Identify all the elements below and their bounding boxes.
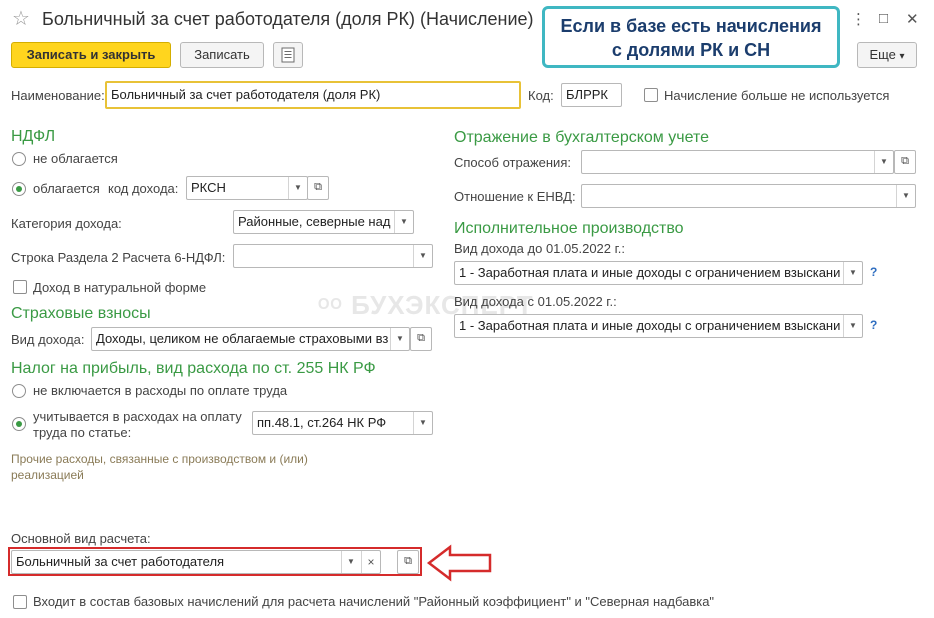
envd-label: Отношение к ЕНВД: bbox=[454, 189, 576, 204]
dropdown-arrow-icon[interactable]: ▼ bbox=[874, 151, 893, 173]
insurance-income-type-label: Вид дохода: bbox=[11, 332, 85, 347]
ndfl-not-taxed-radio[interactable] bbox=[12, 152, 26, 166]
income-category-label: Категория дохода: bbox=[11, 216, 122, 231]
report-structure-button[interactable] bbox=[273, 42, 303, 68]
open-link-icon[interactable]: ⧉ bbox=[410, 327, 432, 351]
enforcement-after-select[interactable]: 1 - Заработная плата и иные доходы с огр… bbox=[454, 314, 863, 338]
accounting-section-title: Отражение в бухгалтерском учете bbox=[454, 129, 709, 146]
save-button[interactable]: Записать bbox=[180, 42, 264, 68]
insurance-section-title: Страховые взносы bbox=[11, 305, 151, 322]
base-accruals-checkbox[interactable] bbox=[13, 595, 27, 609]
other-expenses-line-2: реализацией bbox=[11, 468, 84, 482]
enforcement-before-label: Вид дохода до 01.05.2022 г.: bbox=[454, 241, 626, 256]
profit-tax-not-included-radio[interactable] bbox=[12, 384, 26, 398]
dropdown-arrow-icon[interactable]: ▼ bbox=[413, 245, 432, 267]
favorite-star-icon[interactable]: ☆ bbox=[12, 6, 30, 31]
dropdown-arrow-icon[interactable]: ▼ bbox=[843, 315, 862, 337]
save-and-close-button[interactable]: Записать и закрыть bbox=[11, 42, 171, 68]
enforcement-before-select[interactable]: 1 - Заработная плата и иные доходы с огр… bbox=[454, 261, 863, 285]
name-field-value: Больничный за счет работодателя (доля РК… bbox=[111, 87, 381, 102]
annotation-arrow-icon bbox=[426, 544, 492, 582]
open-link-icon[interactable]: ⧉ bbox=[894, 150, 916, 174]
income-category-value: Районные, северные над bbox=[238, 214, 391, 229]
dropdown-arrow-icon[interactable]: ▼ bbox=[341, 551, 360, 573]
insurance-income-type-value: Доходы, целиком не облагаемые страховыми… bbox=[96, 331, 389, 346]
enforcement-before-value: 1 - Заработная плата и иные доходы с огр… bbox=[459, 265, 841, 280]
code-field[interactable]: БЛРРК bbox=[561, 83, 622, 107]
expense-article-value: пп.48.1, ст.264 НК РФ bbox=[257, 415, 387, 430]
clear-icon[interactable]: × bbox=[361, 551, 380, 573]
main-calc-select[interactable]: Больничный за счет работодателя ▼ × bbox=[11, 550, 381, 574]
dropdown-arrow-icon[interactable]: ▼ bbox=[288, 177, 307, 199]
profit-tax-included-radio[interactable] bbox=[12, 417, 26, 431]
income-code-value: РКСН bbox=[191, 180, 226, 195]
natural-income-label: Доход в натуральной форме bbox=[33, 280, 207, 295]
ndfl-taxed-label: облагается bbox=[33, 181, 100, 196]
dropdown-arrow-icon[interactable]: ▼ bbox=[390, 328, 409, 350]
profit-tax-section-title: Налог на прибыль, вид расхода по ст. 255… bbox=[11, 360, 376, 377]
base-accruals-label: Входит в состав базовых начислений для р… bbox=[33, 594, 715, 609]
close-icon[interactable]: ✕ bbox=[906, 10, 919, 28]
callout-annotation: Если в базе есть начисления с долями РК … bbox=[542, 6, 840, 68]
ndfl-row-select[interactable]: ▼ bbox=[233, 244, 433, 268]
enforcement-before-help-icon[interactable]: ? bbox=[870, 265, 877, 279]
name-label: Наименование: bbox=[11, 88, 105, 103]
expense-article-select[interactable]: пп.48.1, ст.264 НК РФ ▼ bbox=[252, 411, 433, 435]
callout-line-1: Если в базе есть начисления bbox=[560, 16, 822, 36]
natural-income-checkbox[interactable] bbox=[13, 280, 27, 294]
other-expenses-note: Прочие расходы, связанные с производство… bbox=[11, 451, 308, 483]
profit-tax-included-line-1: учитывается в расходах на оплату bbox=[33, 409, 242, 424]
main-calc-label: Основной вид расчета: bbox=[11, 531, 151, 546]
ndfl-taxed-radio[interactable] bbox=[12, 182, 26, 196]
profit-tax-not-included-label: не включается в расходы по оплате труда bbox=[33, 383, 288, 398]
enforcement-section-title: Исполнительное производство bbox=[454, 220, 684, 237]
ndfl-row-label: Строка Раздела 2 Расчета 6-НДФЛ: bbox=[11, 250, 226, 265]
callout-line-2: с долями РК и СН bbox=[611, 40, 771, 60]
code-field-value: БЛРРК bbox=[566, 87, 608, 102]
unused-checkbox[interactable] bbox=[644, 88, 658, 102]
chevron-down-icon: ▾ bbox=[899, 51, 905, 62]
dropdown-arrow-icon[interactable]: ▼ bbox=[413, 412, 432, 434]
watermark-owl-icon: ᴼᴼ bbox=[318, 294, 343, 319]
enforcement-after-help-icon[interactable]: ? bbox=[870, 318, 877, 332]
more-label: Еще bbox=[869, 47, 896, 62]
unused-label: Начисление больше не используется bbox=[664, 88, 890, 103]
enforcement-after-label: Вид дохода с 01.05.2022 г.: bbox=[454, 294, 617, 309]
dropdown-arrow-icon[interactable]: ▼ bbox=[394, 211, 413, 233]
enforcement-after-value: 1 - Заработная плата и иные доходы с огр… bbox=[459, 318, 841, 333]
document-list-icon bbox=[281, 47, 295, 63]
accounting-method-select[interactable]: ▼ bbox=[581, 150, 894, 174]
main-calc-value: Больничный за счет работодателя bbox=[16, 554, 225, 569]
dropdown-arrow-icon[interactable]: ▼ bbox=[896, 185, 915, 207]
ndfl-section-title: НДФЛ bbox=[11, 128, 56, 145]
profit-tax-included-label: учитывается в расходах на оплату труда п… bbox=[33, 409, 242, 441]
code-label: Код: bbox=[528, 88, 554, 103]
name-field[interactable]: Больничный за счет работодателя (доля РК… bbox=[105, 81, 521, 109]
maximize-icon[interactable]: □ bbox=[879, 10, 888, 27]
accounting-method-label: Способ отражения: bbox=[454, 155, 571, 170]
ndfl-not-taxed-label: не облагается bbox=[33, 151, 118, 166]
envd-select[interactable]: ▼ bbox=[581, 184, 916, 208]
other-expenses-line-1: Прочие расходы, связанные с производство… bbox=[11, 452, 308, 466]
profit-tax-included-line-2: труда по статье: bbox=[33, 425, 132, 440]
window-title: Больничный за счет работодателя (доля РК… bbox=[42, 9, 534, 29]
insurance-income-type-select[interactable]: Доходы, целиком не облагаемые страховыми… bbox=[91, 327, 410, 351]
dropdown-arrow-icon[interactable]: ▼ bbox=[843, 262, 862, 284]
open-link-icon[interactable]: ⧉ bbox=[307, 176, 329, 200]
income-code-select[interactable]: РКСН ▼ bbox=[186, 176, 308, 200]
more-button[interactable]: Еще ▾ bbox=[857, 42, 917, 68]
more-vertical-icon[interactable]: ⋮ bbox=[851, 10, 866, 28]
open-link-icon[interactable]: ⧉ bbox=[397, 550, 419, 574]
income-code-label: код дохода: bbox=[108, 181, 179, 196]
income-category-select[interactable]: Районные, северные над ▼ bbox=[233, 210, 414, 234]
